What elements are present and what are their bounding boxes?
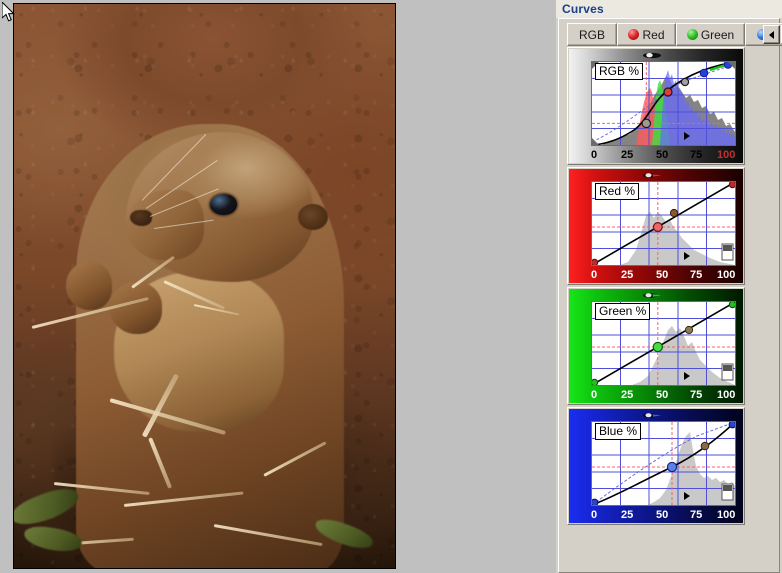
mouse-cursor-icon [2,2,15,22]
blue-tick-0: 0 [591,509,598,521]
app-root: Curves RGB Red Green B [0,0,782,573]
blue-plot-label: Blue % [595,423,642,440]
photo-animal-eye [210,194,237,215]
channel-tab-strip: RGB Red Green B [567,23,782,46]
red-axis-ticks: 0 25 50 75 100 [591,269,737,282]
tab-rgb-label: RGB [578,27,605,42]
red-tick-75: 75 [690,269,703,281]
rgb-plot-label: RGB % [595,63,644,80]
curve-panel-green[interactable]: Green % 0 25 50 75 100 [567,287,745,405]
curve-panel-red[interactable]: Red % 0 25 50 75 100 [567,167,745,285]
dock-titlebar: Curves [556,0,782,18]
green-tick-100: 100 [717,389,736,401]
green-tick-50: 50 [656,389,669,401]
rgb-tick-0: 0 [591,149,598,161]
green-plot-label: Green % [595,303,651,320]
photo-animal-paw-right [110,282,162,334]
photo-animal-paw-left [66,262,112,310]
green-dot-icon [686,29,698,40]
green-curve-handle-icon[interactable] [641,291,663,300]
green-tick-75: 75 [690,389,703,401]
image-viewport[interactable] [0,0,556,573]
rgb-tick-75: 75 [690,149,703,161]
green-tick-0: 0 [591,389,598,401]
rgb-tick-50: 50 [656,149,669,161]
red-dot-icon [628,29,640,40]
tab-scroll-prev-button[interactable] [763,25,780,44]
photo-animal-nose [130,210,152,226]
red-curve-handle-icon[interactable] [641,171,663,180]
chevron-left-icon [769,30,774,39]
photo-prairie-dog [14,4,395,568]
curve-panel-blue[interactable]: Blue % 0 25 50 75 100 [567,407,745,525]
tab-green[interactable]: Green [676,23,745,46]
rgb-tick-25: 25 [621,149,634,161]
curves-dock: Curves RGB Red Green B [556,0,782,573]
rgb-curve-handle-icon[interactable] [641,51,663,60]
photo-animal-ear [298,204,328,230]
red-tick-100: 100 [717,269,736,281]
curve-panel-rgb[interactable]: RGB % 0 25 50 75 100 [567,47,745,165]
tab-rgb[interactable]: RGB [567,23,617,46]
red-tick-0: 0 [591,269,598,281]
rgb-axis-ticks: 0 25 50 75 100 [591,149,737,162]
red-tick-25: 25 [621,269,634,281]
green-axis-ticks: 0 25 50 75 100 [591,389,737,402]
photo-frame[interactable] [13,3,396,569]
blue-tick-75: 75 [690,509,703,521]
green-tick-25: 25 [621,389,634,401]
blue-tick-50: 50 [656,509,669,521]
blue-axis-ticks: 0 25 50 75 100 [591,509,737,522]
blue-tick-25: 25 [621,509,634,521]
red-tick-50: 50 [656,269,669,281]
rgb-tick-100: 100 [717,149,736,161]
tab-red[interactable]: Red [617,23,676,46]
red-plot-label: Red % [595,183,640,200]
blue-tick-100: 100 [717,509,736,521]
blue-curve-handle-icon[interactable] [641,411,663,420]
tab-red-label: Red [642,27,665,42]
dock-body: RGB Red Green B [558,18,782,573]
tab-green-label: Green [700,27,735,42]
panel-title: Curves [562,2,604,16]
curve-panel-column: RGB % 0 25 50 75 100 Red % 0 25 50 75 10… [567,47,773,537]
